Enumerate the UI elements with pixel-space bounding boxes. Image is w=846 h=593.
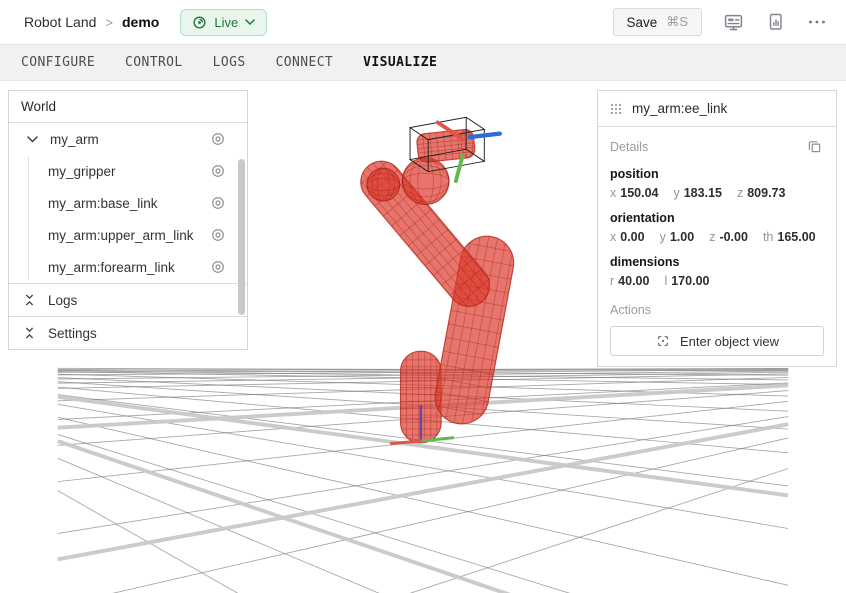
visibility-eye-icon[interactable]	[211, 164, 225, 178]
world-panel-title: World	[21, 99, 56, 114]
live-status-button[interactable]: Live	[180, 9, 267, 36]
visualizer-viewport: World my_arm my_gripper my_arm:base_l	[0, 81, 846, 593]
group-label: dimensions	[610, 255, 824, 269]
section-label: Settings	[48, 326, 97, 341]
wrist-sphere-large[interactable]	[402, 158, 449, 205]
visibility-eye-icon[interactable]	[211, 132, 225, 146]
selected-object-title: my_arm:ee_link	[632, 101, 727, 116]
save-button[interactable]: Save ⌘S	[613, 8, 702, 36]
enter-object-view-button[interactable]: Enter object view	[610, 326, 824, 356]
group-dimensions: dimensions r40.00 l170.00	[610, 255, 824, 288]
tree-item-my-gripper[interactable]: my_gripper	[9, 155, 247, 187]
details-panel-header: my_arm:ee_link	[598, 91, 836, 127]
tab-bar: CONFIGURE CONTROL LOGS CONNECT VISUALIZE	[0, 45, 846, 81]
chevron-down-icon	[245, 19, 255, 25]
group-orientation: orientation x0.00 y1.00 z-0.00 th165.00	[610, 211, 824, 244]
more-options-button[interactable]	[806, 17, 828, 27]
world-tree: my_arm my_gripper my_arm:base_link my_ar…	[9, 123, 247, 283]
collapse-vertical-icon	[23, 326, 36, 340]
tab-control[interactable]: CONTROL	[125, 55, 183, 70]
live-label: Live	[214, 15, 238, 30]
world-panel: World my_arm my_gripper my_arm:base_l	[8, 90, 248, 350]
visibility-eye-icon[interactable]	[211, 196, 225, 210]
details-panel: my_arm:ee_link Details position x150.04 …	[597, 90, 837, 367]
tree-item-label: my_gripper	[48, 164, 211, 179]
tab-connect[interactable]: CONNECT	[276, 55, 334, 70]
tree-item-forearm-link[interactable]: my_arm:forearm_link	[9, 251, 247, 283]
collapse-vertical-icon	[23, 293, 36, 307]
tab-configure[interactable]: CONFIGURE	[21, 55, 95, 70]
group-position: position x150.04 y183.15 z809.73	[610, 167, 824, 200]
wrist-sphere-small[interactable]	[367, 168, 400, 201]
document-chart-button[interactable]	[765, 11, 786, 33]
save-label: Save	[627, 15, 658, 30]
tree-indent-guide	[28, 156, 29, 281]
tree-item-label: my_arm	[50, 132, 211, 147]
ee-z-axis-line	[470, 134, 500, 137]
breadcrumb-org[interactable]: Robot Land	[24, 14, 96, 30]
group-label: position	[610, 167, 824, 181]
visibility-eye-icon[interactable]	[211, 228, 225, 242]
robot-arm[interactable]	[352, 117, 519, 443]
visibility-eye-icon[interactable]	[211, 260, 225, 274]
save-shortcut: ⌘S	[666, 14, 688, 30]
section-label: Logs	[48, 293, 77, 308]
copy-icon[interactable]	[805, 137, 824, 156]
breadcrumb-machine[interactable]: demo	[122, 14, 159, 30]
details-body: Details position x150.04 y183.15 z809.73	[598, 127, 836, 366]
world-panel-header: World	[9, 91, 247, 123]
breadcrumb: Robot Land > demo Live	[24, 9, 267, 36]
section-logs[interactable]: Logs	[9, 283, 247, 316]
top-bar: Robot Land > demo Live Save ⌘S	[0, 0, 846, 45]
tab-logs[interactable]: LOGS	[213, 55, 246, 70]
ee-link-mesh[interactable]	[416, 128, 476, 163]
top-bar-actions: Save ⌘S	[613, 8, 828, 36]
group-label: orientation	[610, 211, 824, 225]
tree-item-label: my_arm:forearm_link	[48, 260, 211, 275]
tree-item-my-arm[interactable]: my_arm	[9, 123, 247, 155]
tab-visualize[interactable]: VISUALIZE	[363, 55, 437, 70]
actions-label: Actions	[610, 303, 824, 317]
section-settings[interactable]: Settings	[9, 316, 247, 349]
scrollbar-thumb[interactable]	[238, 159, 245, 315]
breadcrumb-separator: >	[105, 15, 113, 30]
drag-handle-icon[interactable]	[610, 103, 622, 115]
tree-item-base-link[interactable]: my_arm:base_link	[9, 187, 247, 219]
tree-item-upper-arm-link[interactable]: my_arm:upper_arm_link	[9, 219, 247, 251]
chevron-down-icon[interactable]	[27, 136, 41, 143]
broadcast-icon	[192, 15, 207, 30]
tree-item-label: my_arm:upper_arm_link	[48, 228, 211, 243]
action-button-label: Enter object view	[680, 334, 779, 349]
details-label: Details	[610, 140, 648, 154]
monitor-stream-button[interactable]	[722, 11, 745, 34]
focus-scan-icon	[655, 333, 671, 349]
tree-item-label: my_arm:base_link	[48, 196, 211, 211]
